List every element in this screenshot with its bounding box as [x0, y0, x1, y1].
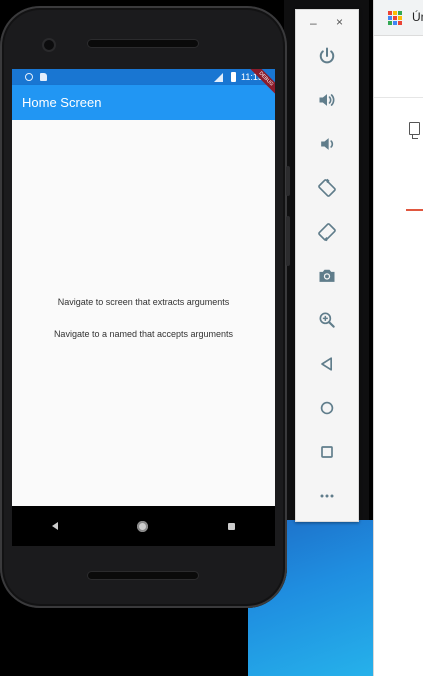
- rotate-right-icon: [318, 223, 336, 242]
- volume-down-icon: [321, 138, 334, 150]
- power-icon: [319, 47, 335, 64]
- app-bar: Home Screen: [12, 85, 275, 120]
- rotate-right-button[interactable]: [296, 212, 358, 252]
- screen-body: Navigate to screen that extracts argumen…: [12, 120, 275, 506]
- bookmark-label[interactable]: Ún: [412, 10, 423, 24]
- bottom-speaker: [88, 572, 198, 579]
- background-window[interactable]: Ún: [373, 0, 423, 676]
- zoom-icon: [319, 312, 335, 328]
- phone-screen: 11:15 Home Screen DEBUG Navigate to scre…: [12, 69, 275, 506]
- status-bar: 11:15: [12, 69, 275, 85]
- camera-icon: [319, 269, 335, 282]
- top-speaker: [88, 40, 198, 47]
- volume-down-button[interactable]: [296, 124, 358, 164]
- rotate-left-button[interactable]: [296, 168, 358, 208]
- emulator-toolbar: – ×: [295, 9, 359, 522]
- document-icon[interactable]: [409, 122, 420, 139]
- tab-indicator: [406, 209, 423, 211]
- toolbar-row: [374, 36, 423, 98]
- home-button[interactable]: [296, 388, 358, 428]
- more-button[interactable]: [296, 476, 358, 516]
- sd-card-icon: [40, 73, 47, 81]
- apps-grid-icon[interactable]: [388, 11, 402, 25]
- more-icon: [320, 494, 334, 498]
- zoom-button[interactable]: [296, 300, 358, 340]
- nav-recents-icon[interactable]: [228, 522, 236, 530]
- volume-up-icon: [319, 94, 335, 106]
- side-button-lower: [286, 216, 290, 266]
- side-button-upper: [286, 166, 290, 196]
- front-camera: [44, 40, 54, 50]
- home-icon: [320, 401, 334, 415]
- notification-icon: [25, 73, 33, 81]
- overview-button[interactable]: [296, 432, 358, 472]
- minimize-button[interactable]: –: [310, 16, 317, 30]
- browser-tab-bar[interactable]: Ún: [374, 0, 423, 36]
- rotate-left-icon: [318, 178, 336, 197]
- emulator-title-bar: – ×: [296, 10, 358, 37]
- navigate-named-route-button[interactable]: Navigate to a named that accepts argumen…: [12, 329, 275, 339]
- volume-up-button[interactable]: [296, 80, 358, 120]
- overview-icon: [321, 446, 333, 458]
- nav-back-icon[interactable]: [51, 522, 58, 530]
- back-button[interactable]: [296, 344, 358, 384]
- screenshot-button[interactable]: [296, 256, 358, 296]
- nav-home-icon[interactable]: [137, 520, 149, 532]
- back-icon: [321, 357, 332, 371]
- power-button[interactable]: [296, 36, 358, 76]
- page-title: Home Screen: [22, 95, 102, 110]
- navigate-extract-arguments-button[interactable]: Navigate to screen that extracts argumen…: [12, 297, 275, 307]
- close-button[interactable]: ×: [336, 15, 343, 29]
- android-nav-bar: [12, 506, 275, 546]
- signal-icon: [214, 73, 223, 82]
- battery-icon: [231, 72, 236, 82]
